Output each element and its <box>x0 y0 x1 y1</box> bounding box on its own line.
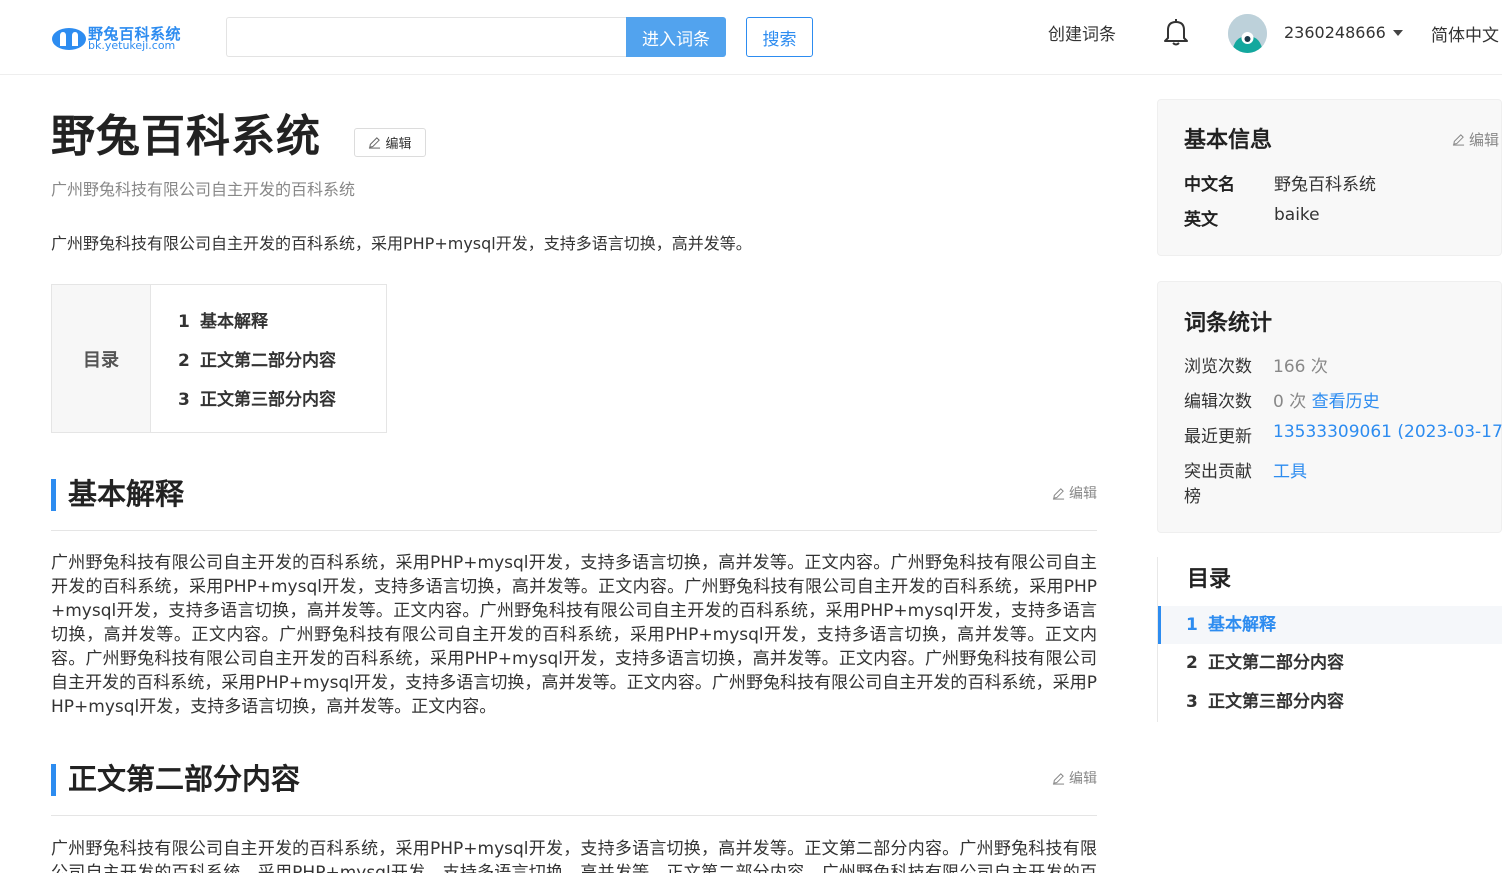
info-value: baike <box>1274 205 1320 225</box>
toc-item[interactable]: 2 正文第二部分内容 <box>178 346 336 371</box>
stat-value: 0 次 查看历史 <box>1273 392 1380 412</box>
section-header: 基本解释 编辑 <box>51 473 1097 531</box>
top-header: 野兔百科系统 bk.yetukeji.com 进入词条 搜索 创建词条 2360… <box>0 0 1502 75</box>
chevron-down-icon[interactable] <box>1393 30 1403 36</box>
sidebar-toc: 目录 1 基本解释 2 正文第二部分内容 3 正文第三部分内容 <box>1157 557 1502 722</box>
avatar-image-icon <box>1228 14 1267 53</box>
stat-key: 编辑次数 <box>1184 392 1252 412</box>
section-body: 广州野兔科技有限公司自主开发的百科系统，采用PHP+mysql开发，支持多语言切… <box>51 839 1097 873</box>
logo-domain: bk.yetukeji.com <box>88 39 176 52</box>
section-header: 正文第二部分内容 编辑 <box>51 758 1097 816</box>
rabbit-logo-icon <box>52 28 86 50</box>
search-button[interactable]: 搜索 <box>746 17 813 57</box>
basic-info-card: 基本信息 编辑 中文名 野兔百科系统 英文 baike <box>1157 99 1502 256</box>
section-accent-bar <box>51 764 56 796</box>
toc-label: 目录 <box>52 285 151 432</box>
pencil-icon <box>1452 134 1465 146</box>
info-key: 中文名 <box>1184 175 1235 195</box>
section-edit-button[interactable]: 编辑 <box>1052 768 1097 788</box>
search-input[interactable] <box>226 17 627 57</box>
section-accent-bar <box>51 479 56 511</box>
stat-key: 最近更新 <box>1184 427 1252 447</box>
page-title: 野兔百科系统 <box>51 111 321 162</box>
section-body: 广州野兔科技有限公司自主开发的百科系统，采用PHP+mysql开发，支持多语言切… <box>51 553 1097 717</box>
stat-key: 突出贡献 <box>1184 462 1252 482</box>
stat-key: 浏览次数 <box>1184 357 1252 377</box>
pencil-icon <box>369 137 381 149</box>
section-title: 基本解释 <box>68 477 185 511</box>
pencil-icon <box>1052 772 1065 785</box>
create-entry-link[interactable]: 创建词条 <box>1048 20 1116 45</box>
basic-info-edit-button[interactable]: 编辑 <box>1452 129 1499 150</box>
language-switch[interactable]: 简体中文 <box>1431 21 1499 46</box>
title-edit-label: 编辑 <box>385 137 412 152</box>
sidebar-toc-title: 目录 <box>1187 567 1232 592</box>
username[interactable]: 2360248666 <box>1284 23 1386 42</box>
stat-value: 166 次 <box>1273 357 1328 377</box>
stat-key: 榜 <box>1184 487 1201 507</box>
enter-entry-button[interactable]: 进入词条 <box>626 17 726 57</box>
sidebar-toc-item[interactable]: 2 正文第二部分内容 <box>1158 644 1502 682</box>
contributor-link[interactable]: 工具 <box>1273 457 1307 482</box>
entry-summary: 广州野兔科技有限公司自主开发的百科系统，采用PHP+mysql开发，支持多语言切… <box>51 234 752 253</box>
bell-icon[interactable] <box>1162 17 1190 47</box>
page-subtitle: 广州野兔科技有限公司自主开发的百科系统 <box>51 180 356 199</box>
sidebar-toc-item[interactable]: 3 正文第三部分内容 <box>1158 683 1502 721</box>
toc-item[interactable]: 1 基本解释 <box>178 307 268 332</box>
sidebar-toc-item[interactable]: 1 基本解释 <box>1158 606 1502 644</box>
section-title: 正文第二部分内容 <box>68 762 301 796</box>
entry-stats-card: 词条统计 浏览次数 166 次 编辑次数 0 次 查看历史 最近更新 13533… <box>1157 281 1502 533</box>
site-logo[interactable]: 野兔百科系统 bk.yetukeji.com <box>51 22 196 52</box>
view-history-link[interactable]: 查看历史 <box>1312 392 1380 412</box>
toc-item[interactable]: 3 正文第三部分内容 <box>178 385 336 410</box>
section-edit-button[interactable]: 编辑 <box>1052 483 1097 503</box>
card-title: 词条统计 <box>1184 311 1273 336</box>
card-title: 基本信息 <box>1184 128 1273 153</box>
table-of-contents: 目录 1 基本解释 2 正文第二部分内容 3 正文第三部分内容 <box>51 284 387 433</box>
info-key: 英文 <box>1184 210 1218 230</box>
title-edit-button[interactable]: 编辑 <box>354 128 426 157</box>
pencil-icon <box>1052 487 1065 500</box>
info-value: 野兔百科系统 <box>1274 175 1376 195</box>
user-avatar[interactable] <box>1228 14 1267 53</box>
last-editor-link[interactable]: 13533309061 (2023-03-17) <box>1273 422 1502 442</box>
